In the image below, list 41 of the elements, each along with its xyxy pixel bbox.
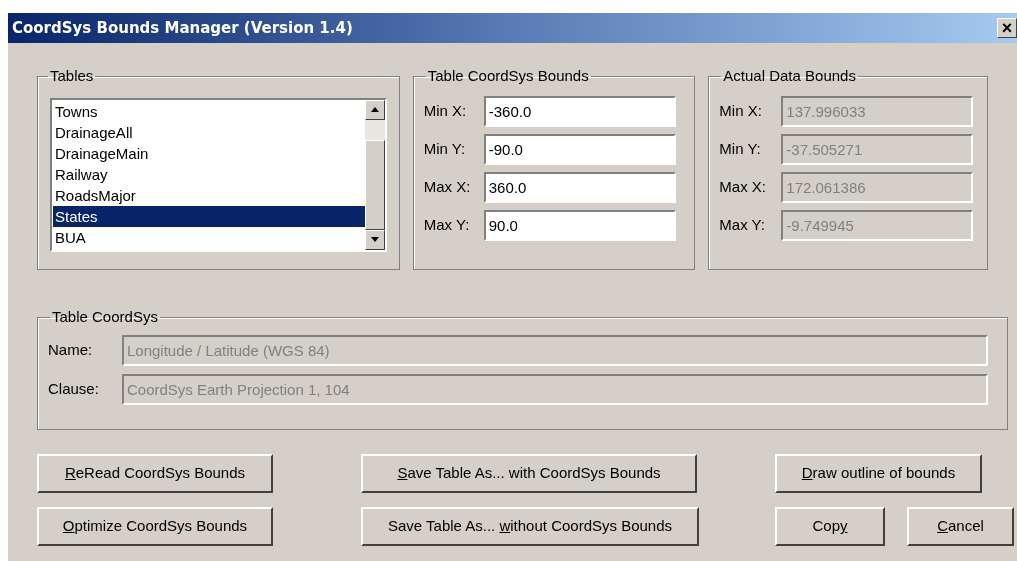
close-button[interactable]: × [997,18,1017,38]
input-field[interactable]: -90.0 [483,133,676,165]
field-label: Max X: [423,176,472,197]
dialog-button[interactable]: Draw outline of bounds [775,454,982,493]
table-list-item[interactable]: DrainageMain [53,142,365,164]
dialog-button[interactable]: Save Table As... with CoordSys Bounds [361,454,697,493]
field-label: Max Y: [719,214,766,235]
field-label: Clause: [48,378,100,399]
field-label: Max Y: [423,214,471,235]
field-label: Min Y: [423,138,467,159]
field-label: Min X: [719,100,763,121]
table-list-item[interactable]: DrainageAll [53,121,365,143]
field-label: Name: [48,339,94,360]
field-label: Min X: [423,100,468,121]
down-arrow-icon [370,237,379,242]
scrollbar[interactable] [364,99,385,250]
field-label: Min Y: [719,138,762,159]
dialog-button[interactable]: ReRead CoordSys Bounds [37,454,273,493]
dialog-button[interactable]: Cancel [907,507,1014,546]
dialog-button[interactable]: Copy [775,507,885,546]
group-label: Table CoordSys Bounds [426,66,590,86]
input-field[interactable]: -360.0 [483,95,676,127]
group-label: Tables [49,66,95,86]
table-list-item[interactable]: RoadsMajor [53,184,365,206]
table-list-item[interactable]: Railway [53,163,365,185]
up-arrow-icon [370,107,379,112]
scroll-thumb[interactable] [364,139,385,230]
input-field[interactable]: 360.0 [483,171,676,203]
table-list-item[interactable]: Towns [53,100,365,122]
group-label: Actual Data Bounds [722,66,857,86]
table-list-item[interactable]: States [53,205,365,227]
dialog-button[interactable]: Save Table As... without CoordSys Bounds [361,507,699,546]
input-field[interactable]: 90.0 [483,209,676,241]
field-label: Max X: [719,176,767,197]
table-list-item[interactable]: BUA [53,226,365,248]
group-label: Table CoordSys [51,307,159,327]
table-list[interactable]: Towns DrainageAll DrainageMain Railway RoadsMajor States BUA [50,97,387,252]
scroll-up-button[interactable] [364,99,385,120]
window-title: CoordSys Bounds Manager (Version 1.4) [12,17,353,39]
scroll-down-button[interactable] [364,229,385,250]
dialog-button[interactable]: Optimize CoordSys Bounds [37,507,273,546]
